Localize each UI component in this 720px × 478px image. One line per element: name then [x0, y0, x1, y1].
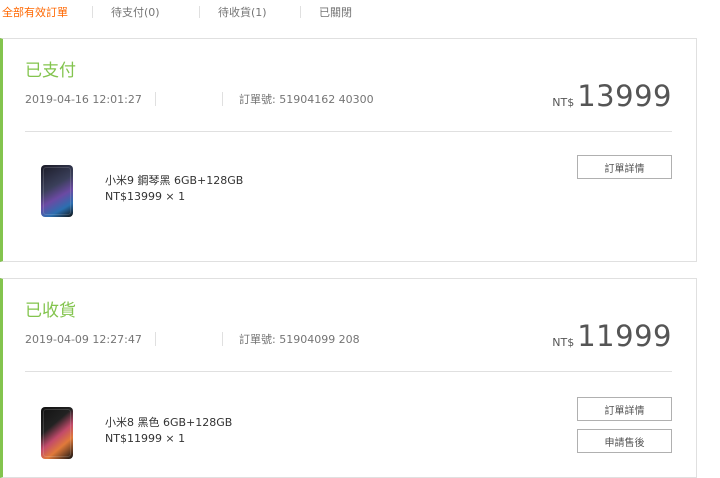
currency-label: NT$ — [552, 96, 575, 109]
card-divider — [25, 371, 672, 372]
product-name[interactable]: 小米9 鋼琴黑 6GB+128GB — [105, 173, 243, 189]
tab-closed[interactable]: 已關閉 — [311, 4, 360, 20]
meta-divider — [222, 332, 223, 346]
order-detail-button[interactable]: 訂單詳情 — [577, 397, 672, 421]
tab-all-orders[interactable]: 全部有效訂單 — [0, 4, 82, 20]
order-status: 已支付 — [25, 61, 76, 81]
product-price: NT$13999 × 1 — [105, 190, 186, 203]
order-detail-button[interactable]: 訂單詳情 — [577, 155, 672, 179]
order-item: 小米9 鋼琴黑 6GB+128GB NT$13999 × 1 — [41, 165, 243, 217]
order-card: 已支付 2019-04-16 12:01:27 訂單號: 51904162 40… — [0, 38, 697, 262]
order-item: 小米8 黑色 6GB+128GB NT$11999 × 1 — [41, 407, 232, 459]
tab-divider — [92, 6, 93, 18]
order-filter-tabs: 全部有效訂單 待支付(0) 待收貨(1) 已關閉 — [0, 0, 720, 24]
order-meta: 2019-04-16 12:01:27 訂單號: 51904162 40300 — [25, 91, 374, 107]
product-price: NT$11999 × 1 — [105, 432, 186, 445]
order-date: 2019-04-09 12:27:47 — [25, 332, 142, 346]
order-card: 已收貨 2019-04-09 12:27:47 訂單號: 51904099 20… — [0, 278, 697, 478]
order-status: 已收貨 — [25, 301, 76, 321]
tab-pending-delivery[interactable]: 待收貨(1) — [210, 4, 290, 20]
total-amount: 13999 — [577, 79, 672, 113]
card-divider — [25, 131, 672, 132]
order-total: NT$ 13999 — [552, 79, 672, 113]
order-date: 2019-04-16 12:01:27 — [25, 92, 142, 106]
order-number: 訂單號: 51904099 208 — [239, 333, 360, 346]
tab-divider — [199, 6, 200, 18]
meta-divider — [155, 92, 156, 106]
total-amount: 11999 — [577, 319, 672, 353]
product-image[interactable] — [41, 407, 73, 459]
product-name[interactable]: 小米8 黑色 6GB+128GB — [105, 415, 232, 431]
order-meta: 2019-04-09 12:27:47 訂單號: 51904099 208 — [25, 331, 360, 347]
tab-pending-payment[interactable]: 待支付(0) — [103, 4, 189, 20]
order-number: 訂單號: 51904162 40300 — [239, 93, 374, 106]
order-total: NT$ 11999 — [552, 319, 672, 353]
meta-divider — [222, 92, 223, 106]
after-sale-button[interactable]: 申請售後 — [577, 429, 672, 453]
meta-divider — [155, 332, 156, 346]
currency-label: NT$ — [552, 336, 575, 349]
product-image[interactable] — [41, 165, 73, 217]
tab-divider — [300, 6, 301, 18]
